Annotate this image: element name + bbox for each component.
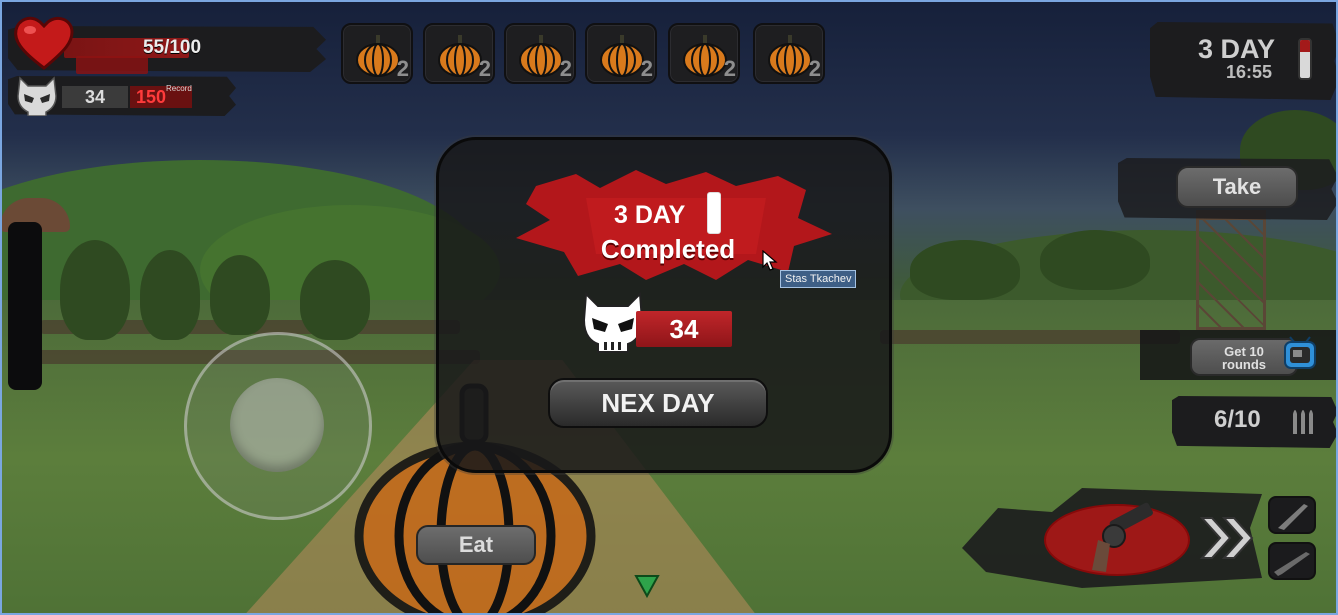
corn-plant xyxy=(140,250,200,340)
pumpkin-icon xyxy=(768,35,812,77)
pumpkin-icon xyxy=(438,35,482,77)
day-label: 3 DAY xyxy=(1198,34,1276,64)
weapon-slot-rifle[interactable] xyxy=(1268,542,1316,580)
health-scratch xyxy=(76,56,148,74)
pumpkin-icon xyxy=(519,35,563,77)
weapon-slot-knife[interactable] xyxy=(1268,496,1316,534)
dialog-day-label: 3 DAY xyxy=(614,201,686,229)
take-button[interactable]: Take xyxy=(1176,166,1298,208)
farm-row xyxy=(880,330,1180,344)
get-rounds-label: Get 10 rounds xyxy=(1221,344,1267,372)
water-tower xyxy=(1196,210,1266,330)
tree xyxy=(910,240,1020,300)
bullets-icon xyxy=(1293,410,1313,434)
corn-plant xyxy=(300,260,370,340)
pumpkin-icon xyxy=(683,35,727,77)
corn-plant xyxy=(60,240,130,340)
inventory-count: 2 xyxy=(640,56,653,81)
inventory-slot[interactable]: 2 xyxy=(341,23,413,84)
pumpkin-icon xyxy=(600,35,644,77)
inventory-slot[interactable]: 2 xyxy=(504,23,576,84)
tv-ad-icon[interactable] xyxy=(1282,336,1318,372)
joystick-knob[interactable] xyxy=(230,378,324,472)
skull-icon xyxy=(17,76,57,116)
inventory-count: 2 xyxy=(723,56,736,81)
down-arrow-icon xyxy=(634,575,660,598)
day-progress-fill xyxy=(1300,40,1310,52)
inventory-count: 2 xyxy=(559,56,572,81)
dialog-completed-label: Completed xyxy=(600,234,736,264)
dialog-day-gauge xyxy=(707,192,721,234)
corn-plant xyxy=(210,255,270,335)
user-tooltip: Stas Tkachev xyxy=(780,270,857,288)
time-label: 16:55 xyxy=(1226,62,1273,82)
health-bar: 55/100 xyxy=(8,16,326,72)
kill-count: 34 xyxy=(62,86,128,108)
inventory-slot[interactable]: 2 xyxy=(423,23,495,84)
inventory-count: 2 xyxy=(478,56,491,81)
eat-button[interactable]: Eat xyxy=(416,525,536,565)
pumpkin-icon xyxy=(356,35,400,77)
ammo-count: 6/10 xyxy=(1214,406,1261,433)
next-day-button[interactable]: NEX DAY xyxy=(548,378,768,428)
tree xyxy=(1040,230,1150,290)
day-clock: 3 DAY 16:55 xyxy=(1150,22,1338,100)
mouse-cursor-icon xyxy=(762,250,778,271)
switch-weapon-icon[interactable] xyxy=(1198,514,1256,562)
kill-counter: 34 150 Record xyxy=(8,76,236,116)
side-panel-handle[interactable] xyxy=(8,222,42,390)
rifle-icon xyxy=(1274,552,1310,576)
day-progress-gauge xyxy=(1298,38,1312,80)
inventory-count: 2 xyxy=(808,56,821,81)
inventory-count: 2 xyxy=(396,56,409,81)
record-label: Record xyxy=(166,84,192,93)
inventory-slot[interactable]: 2 xyxy=(585,23,657,84)
knife-icon xyxy=(1278,504,1308,530)
heart-icon xyxy=(14,16,74,70)
revolver-icon xyxy=(1092,502,1153,572)
inventory-slot[interactable]: 2 xyxy=(753,23,825,84)
dialog-kill-score: 34 xyxy=(636,311,732,347)
inventory-slot[interactable]: 2 xyxy=(668,23,740,84)
